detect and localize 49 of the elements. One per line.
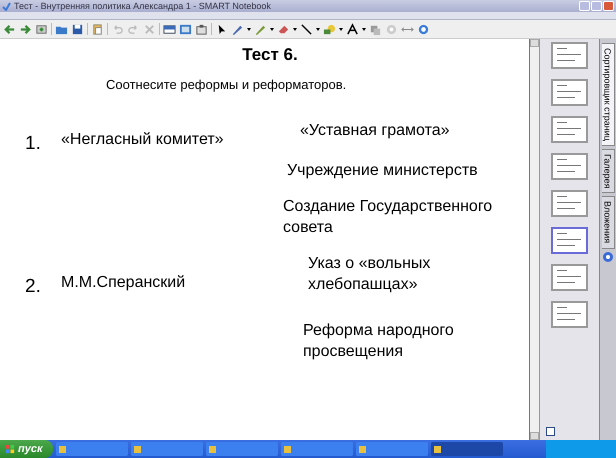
item-number: 2. bbox=[25, 276, 41, 298]
slide-title: Тест 6. bbox=[241, 45, 299, 65]
caret-icon[interactable] bbox=[293, 28, 297, 30]
globe-icon[interactable] bbox=[417, 22, 430, 36]
caret-icon[interactable] bbox=[247, 28, 251, 30]
start-button[interactable]: пуск bbox=[0, 440, 53, 458]
checkbox[interactable] bbox=[546, 427, 555, 436]
line-icon[interactable] bbox=[300, 22, 313, 36]
forward-arrow-icon[interactable] bbox=[19, 22, 32, 36]
reform-label: Реформа народного просвещения bbox=[303, 321, 455, 362]
add-page-icon[interactable] bbox=[35, 22, 48, 36]
windows-logo-icon bbox=[6, 444, 15, 454]
text-icon[interactable] bbox=[346, 22, 359, 36]
slide-thumbnail[interactable] bbox=[551, 227, 588, 254]
panel-tab[interactable]: Сортировщик страниц bbox=[602, 43, 614, 146]
reformer-label: «Негласный комитет» bbox=[61, 131, 224, 149]
reform-label: Учреждение министерств bbox=[287, 161, 479, 181]
capture-icon[interactable] bbox=[195, 22, 208, 36]
slide-thumbnail[interactable] bbox=[551, 153, 588, 180]
instruction-text: Соотнесите реформы и реформаторов. bbox=[106, 77, 346, 92]
panel-tab[interactable]: Вложения bbox=[602, 196, 614, 249]
reform-label: «Уставная грамота» bbox=[300, 121, 451, 141]
caret-icon[interactable] bbox=[316, 28, 320, 30]
window-title: Тест - Внутренняя политика Александра 1 - SMART Notebook bbox=[14, 1, 272, 11]
globe-icon[interactable] bbox=[603, 252, 613, 262]
full-screen-icon[interactable] bbox=[179, 22, 192, 36]
paste-icon[interactable] bbox=[91, 22, 104, 36]
caret-icon[interactable] bbox=[362, 28, 366, 30]
screen-shade-icon[interactable] bbox=[163, 22, 176, 36]
back-arrow-icon[interactable] bbox=[3, 22, 16, 36]
slide-thumbnail[interactable] bbox=[551, 190, 588, 217]
reform-label: Указ о «вольных хлебопашцах» bbox=[308, 254, 432, 295]
caret-icon[interactable] bbox=[270, 28, 274, 30]
item-number: 1. bbox=[25, 133, 41, 155]
reformer-label: М.М.Сперанский bbox=[61, 274, 186, 292]
system-tray bbox=[546, 440, 616, 458]
slide-thumbnail[interactable] bbox=[551, 264, 588, 291]
caret-icon[interactable] bbox=[339, 28, 343, 30]
reform-label: Создание Государственного совета bbox=[283, 197, 494, 238]
slide-thumbnail[interactable] bbox=[551, 116, 588, 143]
slide-thumbnail[interactable] bbox=[551, 42, 588, 69]
close-button[interactable] bbox=[603, 1, 614, 11]
panel-tab[interactable]: Галерея bbox=[602, 148, 614, 194]
app-icon bbox=[2, 2, 11, 10]
slide-thumbnail[interactable] bbox=[551, 301, 588, 328]
slide-thumbnail[interactable] bbox=[551, 79, 588, 106]
shapes-icon[interactable] bbox=[323, 22, 336, 36]
save-icon[interactable] bbox=[71, 22, 84, 36]
taskbar-button[interactable] bbox=[430, 442, 503, 456]
